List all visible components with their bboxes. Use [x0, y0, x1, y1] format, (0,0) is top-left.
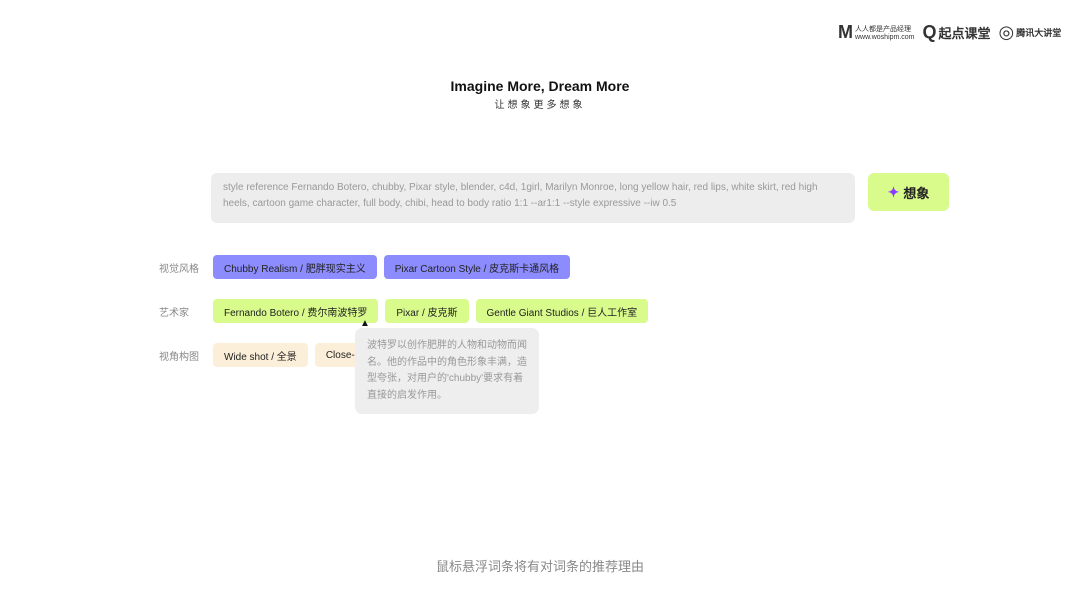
chip[interactable]: Pixar / 皮克斯 [385, 299, 469, 323]
qidian-logo: Q 起点课堂 [922, 22, 991, 42]
chip[interactable]: Pixar Cartoon Style / 皮克斯卡通风格 [383, 255, 571, 279]
mouse-cursor-icon: ▲ [360, 318, 370, 329]
chip[interactable]: Fernando Botero / 费尔南波特罗 [213, 299, 379, 323]
partner-logos: M 人人都是产品经理 www.woshipm.com Q 起点课堂 ◎ 腾讯大讲堂 [838, 22, 1061, 43]
woshipm-logo: M 人人都是产品经理 www.woshipm.com [838, 22, 915, 42]
sparkle-icon: ✦ [887, 183, 900, 200]
tooltip: 波特罗以创作肥胖的人物和动物而闻名。他的作品中的角色形象丰满，造型夸张，对用户的… [355, 328, 539, 414]
row-visual-style: 视觉风格 Chubby Realism / 肥胖现实主义 Pixar Carto… [159, 255, 577, 279]
row-composition: 视角构图 Wide shot / 全景 Close- [159, 343, 373, 367]
chip[interactable]: Gentle Giant Studios / 巨人工作室 [475, 299, 649, 323]
chip[interactable]: Chubby Realism / 肥胖现实主义 [213, 255, 377, 279]
page-title: Imagine More, Dream More [450, 78, 630, 94]
tencent-logo: ◎ 腾讯大讲堂 [998, 22, 1062, 42]
row-artist: 艺术家 Fernando Botero / 费尔南波特罗 Pixar / 皮克斯… [159, 299, 655, 323]
page-subtitle: 让想象更多想象 [494, 100, 586, 111]
header: Imagine More, Dream More 让想象更多想象 [0, 78, 1080, 111]
footer-caption: 鼠标悬浮词条将有对词条的推荐理由 [435, 559, 644, 574]
imagine-button[interactable]: ✦ 想象 [868, 173, 949, 211]
chip[interactable]: Wide shot / 全景 [213, 343, 308, 367]
prompt-input[interactable]: style reference Fernando Botero, chubby,… [211, 173, 855, 223]
